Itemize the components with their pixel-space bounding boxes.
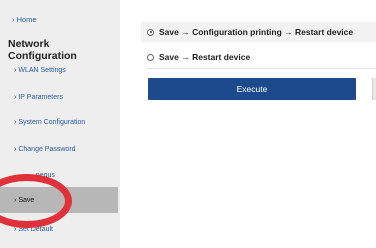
chevron-right-icon: › <box>14 93 17 101</box>
chevron-right-icon: › <box>14 66 17 74</box>
sidebar-item-label: Change Password <box>18 145 76 153</box>
divider <box>146 68 376 69</box>
sidebar-item-change-password[interactable]: › Change Password <box>0 136 118 162</box>
sidebar-item-label: IP Parameters <box>18 93 63 101</box>
settings-window: › Home Network Configuration › WLAN Sett… <box>0 0 376 248</box>
secondary-button[interactable] <box>372 78 376 100</box>
home-link-label: Home <box>16 15 37 24</box>
option-save-print-restart[interactable]: Save → Configuration printing → Restart … <box>141 22 376 42</box>
chevron-right-icon: › <box>14 118 17 126</box>
execute-button[interactable]: Execute <box>148 78 356 100</box>
home-link[interactable]: › Home <box>12 15 37 24</box>
main-panel: Save → Configuration printing → Restart … <box>120 0 376 248</box>
radio-checked-icon[interactable] <box>147 28 154 36</box>
sidebar-item-wlan-settings[interactable]: › WLAN Settings <box>0 57 118 83</box>
radio-unchecked-icon[interactable] <box>147 53 154 61</box>
chevron-right-icon: › <box>12 15 15 24</box>
chevron-right-icon: › <box>14 145 17 153</box>
sidebar-item-ip-parameters[interactable]: › IP Parameters <box>0 84 118 110</box>
sidebar-item-label: WLAN Settings <box>18 66 66 74</box>
sidebar-item-system-configuration[interactable]: › System Configuration <box>0 109 118 135</box>
option-label: Save → Configuration printing → Restart … <box>159 27 354 37</box>
option-save-restart[interactable]: Save → Restart device <box>141 47 376 67</box>
option-label: Save → Restart device <box>159 52 251 62</box>
sidebar-item-label: System Configuration <box>18 118 86 126</box>
